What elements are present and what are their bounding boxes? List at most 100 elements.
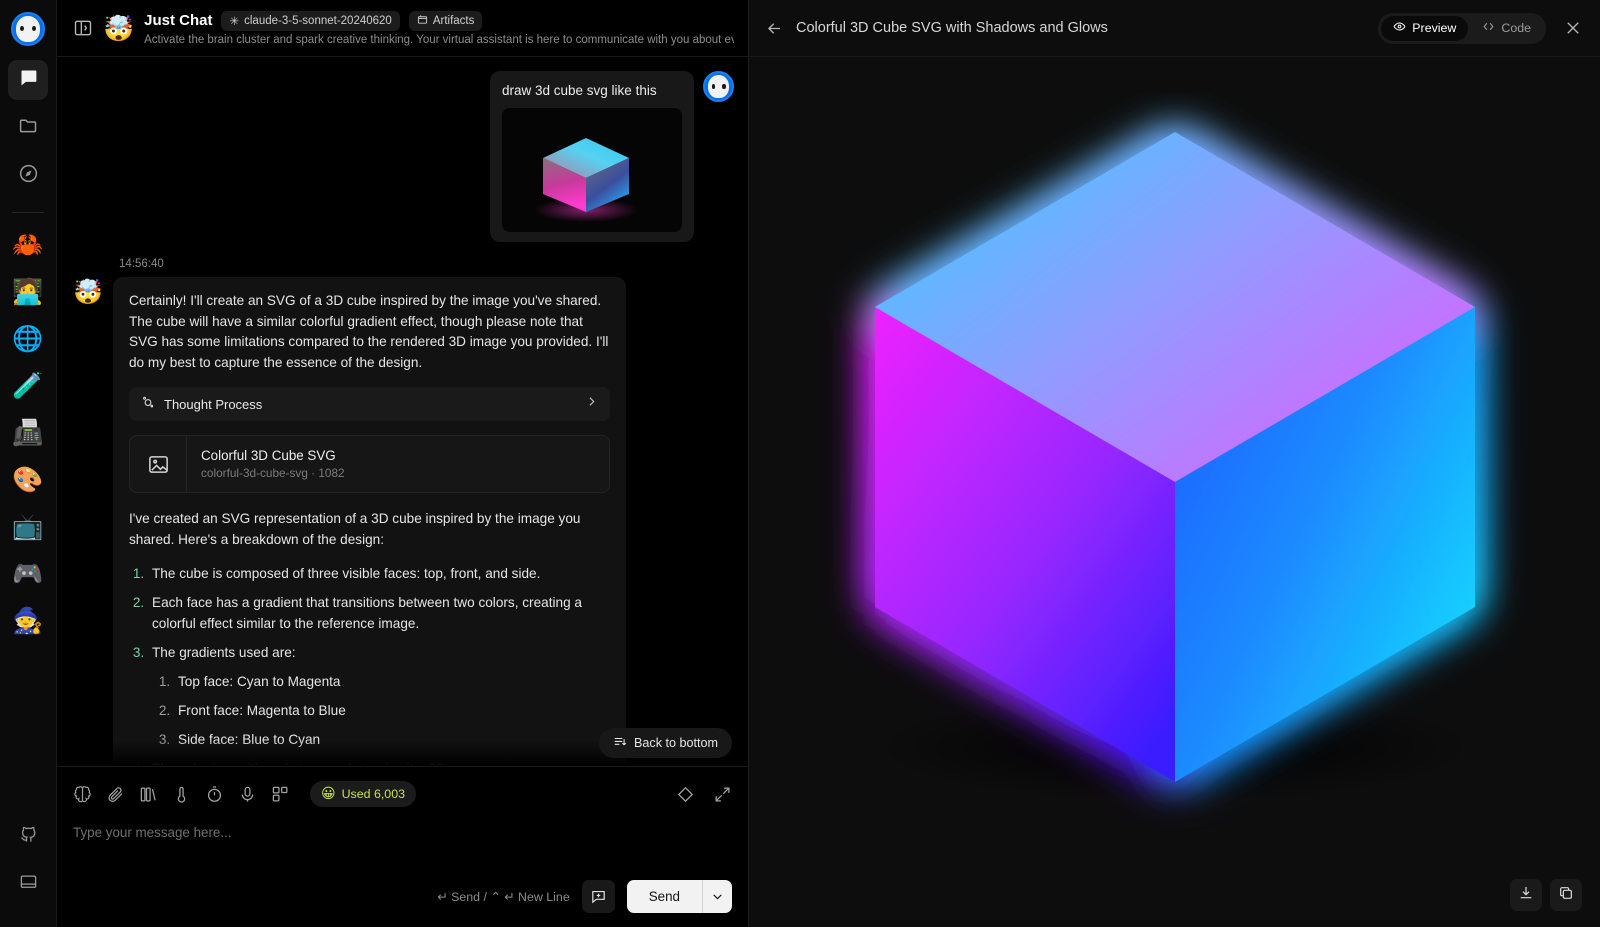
back-to-bottom-button[interactable]: Back to bottom: [599, 728, 732, 758]
brain-icon[interactable]: [73, 785, 92, 804]
send-button-group: Send: [626, 880, 732, 913]
palette-icon: 🎨: [12, 465, 44, 494]
breakdown-sublist: Top face: Cyan to Magenta Front face: Ma…: [174, 671, 610, 750]
agent-palette[interactable]: 🎨: [8, 460, 48, 500]
assistant-message-bubble: Certainly! I'll create an SVG of a 3D cu…: [113, 277, 626, 766]
agent-gamepad[interactable]: 🎮: [8, 554, 48, 594]
github-icon: [19, 825, 38, 849]
sidebar-item-files[interactable]: [8, 108, 48, 148]
agent-crab[interactable]: 🦀: [8, 225, 48, 265]
send-options-button[interactable]: [702, 880, 732, 913]
grinning-face-icon: 😀: [321, 786, 336, 802]
sidebar-item-discover[interactable]: [8, 156, 48, 196]
list-item: Each face has a gradient that transition…: [148, 592, 610, 634]
tab-preview-label: Preview: [1412, 21, 1457, 35]
agent-technologist[interactable]: 🧑‍💻: [8, 272, 48, 312]
artifact-title: Colorful 3D Cube SVG: [201, 448, 336, 463]
composer-footer: ↵ Send / ⌃ ↵ New Line Send: [437, 880, 732, 913]
thought-process-toggle[interactable]: Thought Process: [129, 387, 610, 421]
image-file-icon: [130, 436, 187, 492]
knowledge-base-icon[interactable]: [139, 785, 158, 804]
artifact-card[interactable]: Colorful 3D Cube SVG colorful-3d-cube-sv…: [129, 435, 610, 493]
artifacts-chip-label: Artifacts: [432, 14, 475, 27]
send-hint: ↵ Send / ⌃ ↵ New Line: [437, 890, 570, 904]
tab-preview[interactable]: Preview: [1381, 15, 1469, 41]
user-avatar[interactable]: [703, 71, 734, 102]
composer-toolbar: 😀 Used 6,003: [73, 779, 732, 809]
copy-icon: [1558, 885, 1574, 906]
sublist-item: Top face: Cyan to Magenta: [174, 671, 610, 692]
sidebar-item-desktop[interactable]: [8, 865, 48, 905]
expand-icon[interactable]: [713, 785, 732, 804]
agent-tv[interactable]: 📺: [8, 507, 48, 547]
gamepad-icon: 🎮: [12, 559, 44, 588]
copy-button[interactable]: [1550, 879, 1582, 911]
model-chip-label: claude-3-5-sonnet-20240620: [244, 14, 392, 27]
close-icon[interactable]: [1564, 19, 1582, 37]
assistant-intro-text: Certainly! I'll create an SVG of a 3D cu…: [129, 293, 609, 370]
apps-grid-icon[interactable]: [271, 785, 290, 804]
sidebar-item-github[interactable]: [8, 817, 48, 857]
left-icon-rail: 🦀 🧑‍💻 🌐 🧪 📠 🎨 📺 🎮 🧙: [0, 0, 57, 927]
user-message-text: draw 3d cube svg like this: [502, 83, 657, 98]
rail-user-avatar[interactable]: [11, 12, 45, 46]
tab-code-label: Code: [1501, 21, 1531, 35]
eraser-icon[interactable]: [676, 785, 695, 804]
message-timestamp: 14:56:40: [119, 258, 164, 270]
sublist-item: Front face: Magenta to Blue: [174, 700, 610, 721]
list-item: The gradients used are: Top face: Cyan t…: [148, 642, 610, 750]
token-usage-badge[interactable]: 😀 Used 6,003: [310, 781, 416, 807]
artifact-panel: Colorful 3D Cube SVG with Shadows and Gl…: [749, 0, 1600, 927]
artifact-panel-tools: [1510, 879, 1582, 911]
list-item: The cube is positioned at an angle to gi…: [148, 758, 610, 766]
back-arrow-icon[interactable]: [765, 19, 784, 38]
sublist-item-text: Side face: Blue to Cyan: [178, 732, 321, 747]
rail-bottom-group: [8, 817, 48, 927]
download-button[interactable]: [1510, 879, 1542, 911]
chat-header: 🤯 Just Chat ✳ claude-3-5-sonnet-20240620…: [57, 0, 748, 57]
token-usage-label: Used 6,003: [341, 787, 405, 801]
user-attached-image[interactable]: [502, 108, 682, 232]
message-list[interactable]: draw 3d cube svg like this 14:56:40 🤯 Ce…: [57, 57, 748, 766]
artifact-panel-title: Colorful 3D Cube SVG with Shadows and Gl…: [796, 20, 1108, 36]
attachment-icon[interactable]: [106, 785, 125, 804]
thought-process-label: Thought Process: [164, 396, 263, 412]
agent-globe[interactable]: 🌐: [8, 319, 48, 359]
colorful-3d-cube-artwork: [874, 132, 1475, 802]
composer: 😀 Used 6,003 Type your message here... ↵…: [57, 766, 748, 927]
avatar-face: [708, 75, 729, 98]
technologist-icon: 🧑‍💻: [12, 277, 44, 306]
code-icon: [1482, 20, 1495, 36]
artifact-panel-header: Colorful 3D Cube SVG with Shadows and Gl…: [749, 0, 1600, 57]
back-to-bottom-label: Back to bottom: [634, 736, 718, 750]
assistant-avatar: 🤯: [73, 278, 103, 306]
reference-cube-image: [502, 108, 682, 232]
composer-right-tools: [676, 785, 732, 804]
chat-bubble-icon: [18, 67, 39, 93]
model-chip[interactable]: ✳ claude-3-5-sonnet-20240620: [221, 10, 400, 31]
agent-test-tube[interactable]: 🧪: [8, 366, 48, 406]
mage-icon: 🧙: [12, 606, 44, 635]
microphone-icon[interactable]: [238, 785, 257, 804]
monitor-icon: [19, 873, 38, 897]
message-input[interactable]: Type your message here...: [73, 825, 732, 840]
artifacts-chip[interactable]: Artifacts: [408, 10, 483, 31]
eye-icon: [1393, 20, 1406, 36]
tab-code[interactable]: Code: [1470, 16, 1543, 41]
sidebar-item-chat[interactable]: [8, 60, 48, 100]
download-icon: [1518, 885, 1534, 906]
temperature-icon[interactable]: [172, 785, 191, 804]
crab-icon: 🦀: [12, 230, 44, 259]
sublist-item-text: Top face: Cyan to Magenta: [178, 674, 341, 689]
assistant-message-row: 🤯 Certainly! I'll create an SVG of a 3D …: [57, 277, 748, 766]
agent-fax[interactable]: 📠: [8, 413, 48, 453]
send-button[interactable]: Send: [627, 880, 702, 913]
cube-faces: [874, 132, 1475, 782]
timer-icon[interactable]: [205, 785, 224, 804]
sublist-item-text: Front face: Magenta to Blue: [178, 703, 346, 718]
agent-mage[interactable]: 🧙: [8, 601, 48, 641]
panel-toggle-left-icon[interactable]: [73, 18, 93, 38]
chat-header-texts: Just Chat ✳ claude-3-5-sonnet-20240620 A…: [144, 10, 734, 46]
user-message-bubble: draw 3d cube svg like this: [490, 71, 694, 242]
message-plus-button[interactable]: [581, 880, 615, 913]
